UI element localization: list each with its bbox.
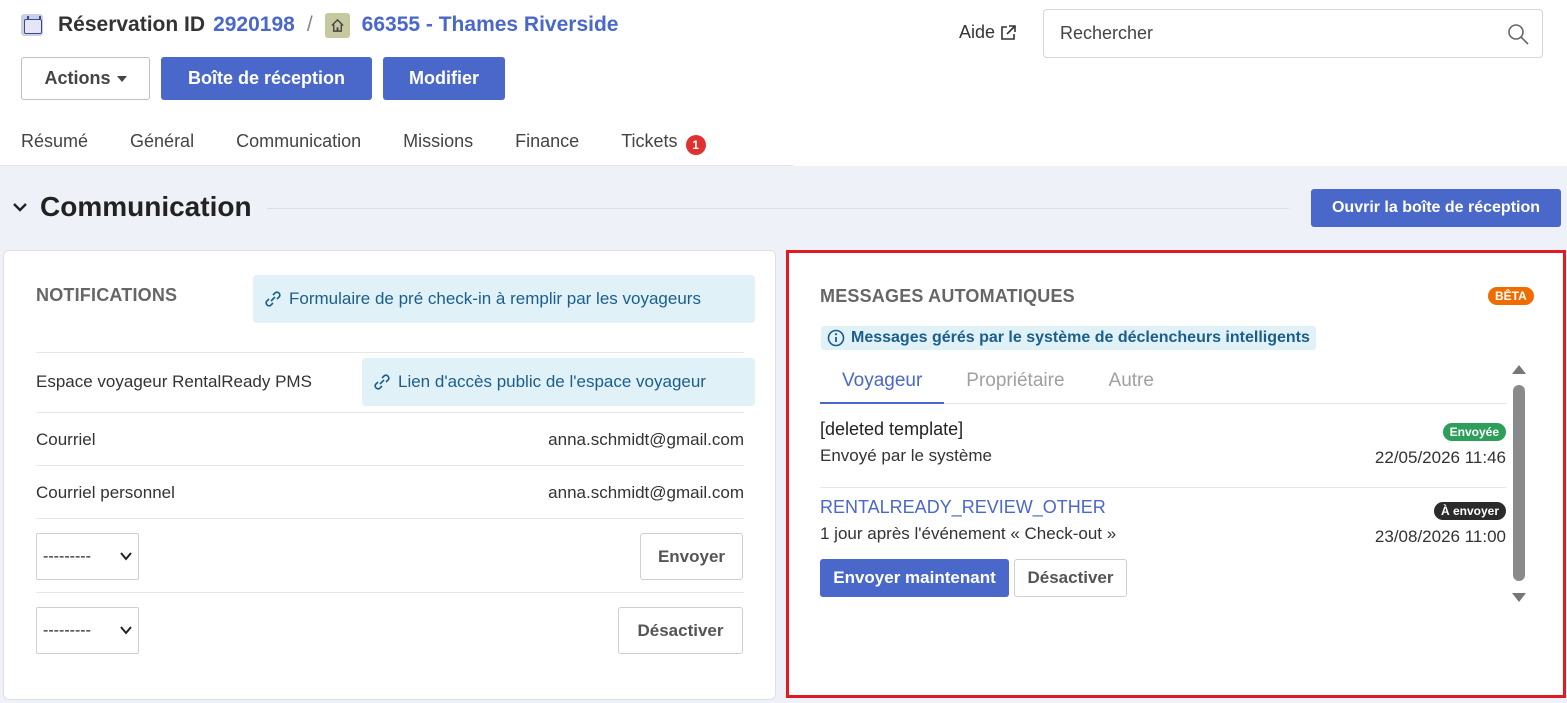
page-header: Réservation ID 2920198 / 66355 - Thames …: [0, 0, 1567, 166]
tab-proprietaire[interactable]: Propriétaire: [944, 360, 1086, 404]
tab-general[interactable]: Général: [109, 118, 215, 166]
tab-label: Général: [130, 131, 195, 151]
tab-label: Résumé: [21, 131, 89, 151]
select-value: ---------: [43, 547, 91, 565]
help-link[interactable]: Aide: [959, 22, 1017, 43]
automatic-messages-card: MESSAGES AUTOMATIQUES BÊTA Messages géré…: [786, 250, 1566, 698]
message-title-link[interactable]: RENTALREADY_REVIEW_OTHER: [820, 497, 1106, 518]
toolbar: Actions Boîte de réception Modifier: [21, 57, 505, 100]
message-date: 22/05/2026 11:46: [1374, 448, 1506, 467]
property-link[interactable]: 66355 - Thames Riverside: [362, 13, 619, 37]
open-inbox-button[interactable]: Ouvrir la boîte de réception: [1311, 189, 1561, 227]
chevron-down-icon[interactable]: [10, 197, 30, 217]
smart-triggers-info: Messages gérés par le système de déclenc…: [821, 326, 1316, 350]
messages-scrollbar[interactable]: [1511, 365, 1527, 605]
search-field[interactable]: [1043, 9, 1543, 58]
scroll-down-icon[interactable]: [1512, 593, 1526, 602]
section-header[interactable]: Communication: [10, 191, 252, 223]
guest-space-label: Espace voyageur RentalReady PMS: [36, 372, 312, 391]
actions-dropdown-button[interactable]: Actions: [21, 57, 150, 100]
recipient-tabs: Voyageur Propriétaire Autre: [820, 360, 1506, 404]
personal-email-row: Courriel personnel anna.schmidt@gmail.co…: [36, 465, 744, 518]
reservation-id-link[interactable]: 2920198: [213, 13, 295, 37]
chevron-down-icon: [120, 552, 132, 561]
tab-tickets[interactable]: Tickets 1: [600, 118, 726, 166]
search-icon[interactable]: [1506, 22, 1530, 46]
message-item: [deleted template] Envoyée Envoyé par le…: [820, 413, 1506, 488]
tab-autre[interactable]: Autre: [1087, 360, 1176, 404]
tab-label: Missions: [403, 131, 474, 151]
beta-badge: BÊTA: [1488, 287, 1534, 305]
select-value: ---------: [43, 621, 91, 639]
message-title: [deleted template]: [820, 419, 964, 439]
tab-voyageur[interactable]: Voyageur: [820, 360, 945, 404]
message-date: 23/08/2026 11:00: [1374, 527, 1506, 546]
tab-label: Communication: [236, 131, 362, 151]
email-row: Courriel anna.schmidt@gmail.com: [36, 412, 744, 465]
status-badge-pending: À envoyer: [1433, 502, 1506, 520]
guest-space-public-link[interactable]: Lien d'accès public de l'espace voyageur: [362, 358, 755, 406]
scroll-thumb[interactable]: [1513, 385, 1525, 581]
send-button[interactable]: Envoyer: [640, 533, 743, 580]
notification-disable-select[interactable]: ---------: [36, 607, 139, 654]
message-item: RENTALREADY_REVIEW_OTHER À envoyer 1 jou…: [820, 493, 1506, 623]
disable-button[interactable]: Désactiver: [618, 607, 743, 654]
tab-label: Finance: [515, 131, 580, 151]
section-divider: [267, 208, 1289, 209]
message-subtitle: Envoyé par le système: [820, 446, 992, 465]
tab-communication[interactable]: Communication: [215, 118, 382, 166]
tab-resume[interactable]: Résumé: [0, 118, 109, 166]
section-title: Communication: [40, 191, 252, 222]
email-label: Courriel: [36, 430, 96, 449]
home-icon: [324, 12, 350, 38]
tab-finance[interactable]: Finance: [494, 118, 600, 166]
automatic-messages-heading: MESSAGES AUTOMATIQUES: [820, 286, 1075, 306]
title-prefix: Réservation ID: [58, 13, 206, 36]
notification-template-select[interactable]: ---------: [36, 533, 139, 580]
info-icon: [827, 329, 845, 347]
reservation-tabs: Résumé Général Communication Missions Fi…: [0, 118, 793, 166]
edit-button[interactable]: Modifier: [383, 57, 505, 100]
email-value: anna.schmidt@gmail.com: [548, 430, 744, 449]
tab-missions[interactable]: Missions: [382, 118, 494, 166]
reservation-title: Réservation ID 2920198 / 66355 - Thames …: [21, 10, 618, 40]
link-icon: [265, 291, 281, 307]
chevron-down-icon: [120, 626, 132, 635]
search-input[interactable]: [1060, 23, 1480, 44]
link-icon: [374, 374, 390, 390]
message-subtitle: 1 jour après l'événement « Check-out »: [820, 524, 1117, 543]
info-text: Messages gérés par le système de déclenc…: [851, 329, 1310, 346]
status-badge-sent: Envoyée: [1442, 423, 1506, 441]
personal-email-label: Courriel personnel: [36, 483, 175, 502]
calendar-icon: [21, 14, 43, 36]
notifications-card: NOTIFICATIONS Formulaire de pré check-in…: [3, 250, 776, 700]
main-content: Communication Ouvrir la boîte de récepti…: [0, 166, 1567, 703]
help-label: Aide: [959, 22, 996, 42]
actions-label: Actions: [44, 68, 111, 88]
scroll-up-icon[interactable]: [1512, 365, 1526, 374]
tab-label: Tickets: [621, 131, 678, 151]
send-row: [36, 518, 744, 592]
disable-message-button[interactable]: Désactiver: [1014, 559, 1127, 597]
inbox-button[interactable]: Boîte de réception: [161, 57, 372, 100]
title-separator: /: [306, 13, 313, 36]
precheckin-form-link[interactable]: Formulaire de pré check-in à remplir par…: [253, 275, 755, 323]
tickets-count-badge: 1: [685, 135, 706, 155]
send-now-button[interactable]: Envoyer maintenant: [820, 559, 1009, 597]
external-link-icon: [1001, 24, 1016, 40]
caret-down-icon: [116, 75, 127, 82]
precheckin-link-label: Formulaire de pré check-in à remplir par…: [289, 289, 701, 308]
guest-space-link-label: Lien d'accès public de l'espace voyageur: [398, 372, 706, 391]
notifications-heading: NOTIFICATIONS: [36, 285, 178, 305]
personal-email-value: anna.schmidt@gmail.com: [548, 483, 744, 502]
